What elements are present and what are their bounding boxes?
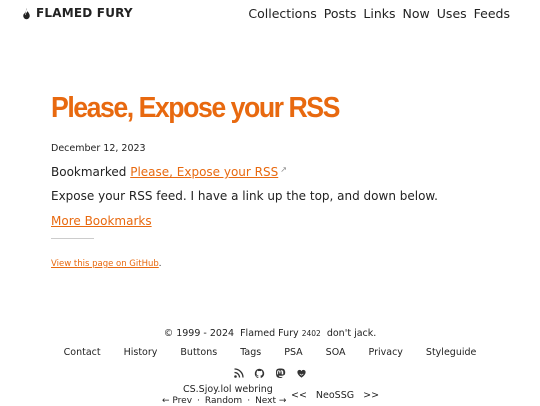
footer-link-tags[interactable]: Tags — [240, 347, 261, 358]
external-link-icon: ↗ — [280, 165, 287, 174]
github-page-link[interactable]: View this page on GitHub — [51, 259, 159, 269]
footer-link-psa[interactable]: PSA — [284, 347, 302, 358]
github-icon[interactable] — [254, 367, 266, 379]
nav-now[interactable]: Now — [403, 6, 430, 21]
github-line: View this page on GitHub. — [51, 259, 161, 269]
nav-feeds[interactable]: Feeds — [474, 6, 510, 21]
site-logo-link[interactable]: FLAMED FURY — [20, 6, 133, 20]
flame-icon — [20, 7, 33, 20]
neossg-next-link[interactable]: >> — [363, 390, 379, 401]
nav-posts[interactable]: Posts — [324, 6, 357, 21]
post-title: Please, Expose your RSS — [51, 92, 340, 124]
footer-link-soa[interactable]: SOA — [326, 347, 346, 358]
rss-icon[interactable] — [233, 367, 245, 379]
copyright: © 1999 - 2024 Flamed Fury 2402 don't jac… — [0, 328, 540, 339]
footer-link-contact[interactable]: Contact — [64, 347, 101, 358]
webring-label: webring — [234, 384, 273, 395]
footer-link-styleguide[interactable]: Styleguide — [426, 347, 476, 358]
nav-uses[interactable]: Uses — [437, 6, 467, 21]
neossg-prev-link[interactable]: << — [291, 390, 307, 401]
footer-link-privacy[interactable]: Privacy — [369, 347, 403, 358]
nav-links[interactable]: Links — [363, 6, 395, 21]
version-number: 2402 — [301, 329, 321, 338]
heart-icon[interactable] — [296, 367, 308, 379]
tagline: don't jack. — [326, 328, 377, 339]
copyright-years: © 1999 - 2024 — [163, 328, 235, 339]
bookmark-link[interactable]: Please, Expose your RSS — [130, 165, 278, 179]
webring-name-link[interactable]: CS.Sjoy.lol — [183, 384, 232, 395]
bookmarked-label: Bookmarked — [51, 165, 127, 179]
author-link[interactable]: Flamed Fury 2402 — [240, 328, 321, 339]
footer-link-history[interactable]: History — [124, 347, 158, 358]
neossg-link[interactable]: NeoSSG — [316, 390, 354, 401]
post-date: December 12, 2023 — [51, 143, 146, 154]
footer-link-buttons[interactable]: Buttons — [180, 347, 217, 358]
divider — [51, 238, 94, 239]
footer-links: Contact History Buttons Tags PSA SOA Pri… — [0, 347, 540, 358]
post-article: Please, Expose your RSS December 12, 202… — [51, 88, 491, 269]
bookmark-line: Bookmarked Please, Expose your RSS ↗ — [51, 165, 287, 179]
author-name: Flamed Fury — [240, 328, 299, 339]
more-bookmarks-link[interactable]: More Bookmarks — [51, 214, 152, 228]
main-nav: Collections Posts Links Now Uses Feeds — [248, 6, 510, 21]
site-name: FLAMED FURY — [36, 6, 133, 20]
webring-title: CS.Sjoy.lol webring — [183, 384, 273, 395]
mastodon-icon[interactable] — [275, 367, 287, 379]
post-body: Expose your RSS feed. I have a link up t… — [51, 189, 438, 203]
site-header: FLAMED FURY Collections Posts Links Now … — [0, 0, 540, 28]
social-icons — [0, 367, 540, 379]
github-line-period: . — [158, 259, 162, 269]
nav-collections[interactable]: Collections — [248, 6, 316, 21]
neossg-ring: << NeoSSG >> — [291, 390, 379, 401]
